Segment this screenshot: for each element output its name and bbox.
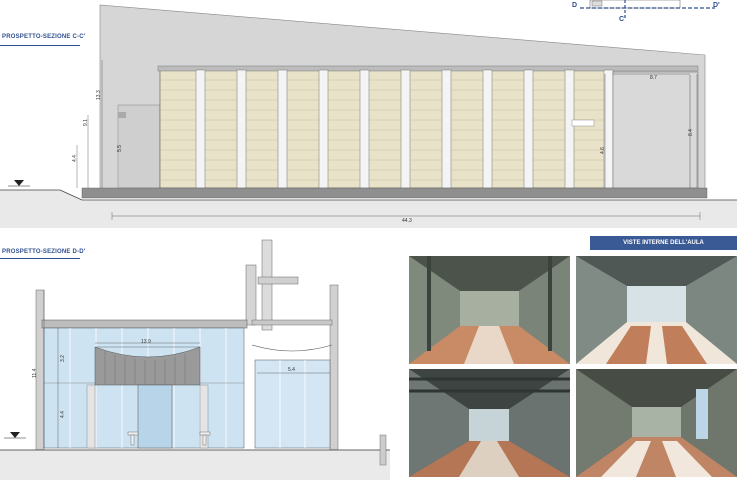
key-mark-right: D'	[713, 2, 720, 9]
dim-right-bay-d: 5.4	[288, 367, 295, 373]
brick-facade	[159, 69, 613, 189]
gallery-banner: VISTE INTERNE DELL'AULA	[590, 236, 737, 250]
dim-height-total-d: 11.4	[32, 368, 38, 378]
elevation-c-drawing	[0, 4, 737, 228]
dim-height-lower-d: 4.4	[60, 411, 66, 418]
interior-view-1	[409, 256, 570, 364]
plinth	[81, 187, 708, 199]
level-marker	[14, 180, 24, 186]
key-plan-icon	[580, 0, 715, 20]
roof-slab	[41, 319, 248, 329]
central-door	[137, 384, 173, 449]
dim-height-interior: 5.5	[117, 145, 123, 152]
annex-window	[118, 112, 126, 118]
dim-window-width: 13.9	[141, 339, 151, 345]
end-bay	[612, 71, 699, 189]
dim-height-mid: 9.1	[83, 119, 89, 126]
key-mark-left: D	[572, 2, 578, 9]
tower-mid	[261, 239, 273, 331]
dim-height-upper-d: 3.2	[60, 355, 66, 362]
dim-right-height: 8.4	[688, 129, 694, 136]
plaque	[571, 119, 595, 127]
dim-right-low: 4.6	[600, 147, 606, 154]
interior-view-4	[576, 369, 737, 477]
interior-view-2	[576, 256, 737, 364]
tower-left	[245, 264, 257, 326]
cross-arm	[257, 276, 299, 285]
dim-overall-length: 44.3	[402, 218, 412, 224]
dim-right-bay: 8.7	[650, 75, 657, 81]
dim-height-total: 13.3	[96, 90, 102, 100]
side-chapel	[254, 359, 331, 449]
dim-height-low: 4.4	[72, 155, 78, 162]
key-mark-bottom: C'	[619, 16, 626, 23]
interior-view-3	[409, 369, 570, 477]
